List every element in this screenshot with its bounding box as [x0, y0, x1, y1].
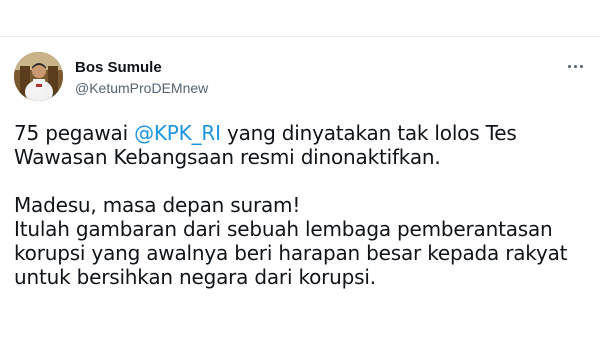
tweet-line-1: 75 pegawai @KPK_RI yang dinyatakan tak l… [14, 121, 594, 145]
tweet-line-6: untuk bersihkan negara dari korupsi. [14, 265, 376, 289]
avatar[interactable] [14, 52, 63, 101]
author-handle[interactable]: @KetumProDEMnew [75, 79, 208, 97]
tweet-line-2: Wawasan Kebangsaan resmi dinonaktifkan. [14, 145, 441, 169]
tweet-line-3: Madesu, masa depan suram! [14, 193, 301, 217]
author-info: Bos Sumule @KetumProDEMnew [75, 58, 208, 97]
more-options-button[interactable] [562, 56, 588, 76]
author-display-name[interactable]: Bos Sumule [75, 58, 208, 78]
tweet-line-4: Itulah gambaran dari sebuah lembaga pemb… [14, 217, 553, 241]
tweet-text-segment: 75 pegawai [14, 121, 135, 145]
avatar-image [14, 52, 63, 101]
more-horizontal-icon [573, 64, 577, 68]
tweet-card: Bos Sumule @KetumProDEMnew 75 pegawai @K… [0, 0, 600, 360]
tweet-line-5: korupsi yang awalnya beri harapan besar … [14, 241, 568, 265]
top-divider [0, 36, 600, 37]
more-horizontal-icon [579, 64, 583, 68]
tweet-text-segment: yang dinyatakan tak lolos Tes [220, 121, 517, 145]
tweet-text: 75 pegawai @KPK_RI yang dinyatakan tak l… [14, 121, 594, 289]
more-horizontal-icon [567, 64, 571, 68]
mention-link[interactable]: @KPK_RI [134, 121, 221, 145]
